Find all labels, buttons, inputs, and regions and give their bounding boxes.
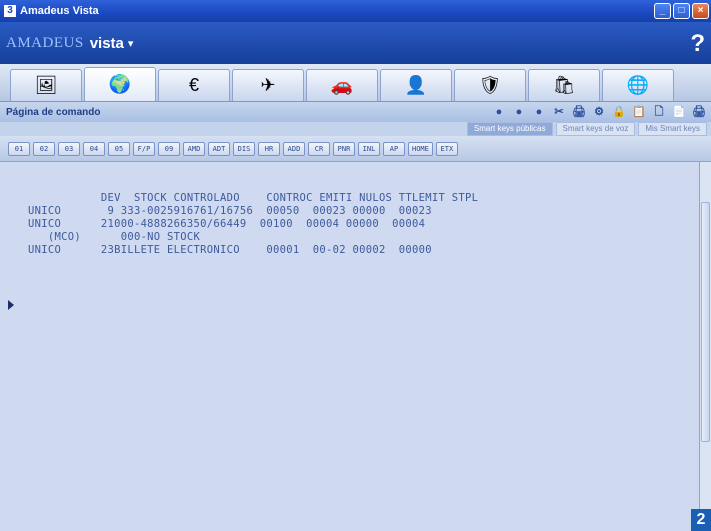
shopping-bag-icon: 🛍 bbox=[552, 75, 576, 95]
status-light-icon: ● bbox=[535, 106, 543, 118]
smartkey-button[interactable]: 02 bbox=[33, 141, 55, 156]
tab-shopping[interactable]: 🛍 bbox=[528, 69, 600, 101]
smartkey-tabs: Smart keys públicas Smart keys de voz Mi… bbox=[0, 122, 711, 136]
new-page-icon[interactable]: 🗋 bbox=[651, 104, 667, 120]
smartkey-button[interactable]: ETX bbox=[435, 141, 458, 156]
settings-icon[interactable]: ⚙ bbox=[591, 104, 607, 120]
command-terminal[interactable]: DEV STOCK CONTROLADO CONTROC EMITI NULOS… bbox=[0, 162, 700, 531]
print-icon[interactable]: 🖨 bbox=[691, 104, 707, 120]
window-title: Amadeus Vista bbox=[20, 5, 99, 17]
tab-profile[interactable]: 👤 bbox=[380, 69, 452, 101]
terminal-output: DEV STOCK CONTROLADO CONTROC EMITI NULOS… bbox=[28, 192, 479, 256]
help-icon[interactable]: ? bbox=[690, 30, 705, 58]
euro-icon: € bbox=[188, 75, 199, 95]
product-menu[interactable]: vista bbox=[90, 35, 124, 52]
car-icon: 🚗 bbox=[330, 75, 354, 95]
shield-icon: 🛡 bbox=[478, 75, 502, 95]
tab-air[interactable]: ✈ bbox=[232, 69, 304, 101]
user-icon: 👤 bbox=[404, 75, 428, 95]
tab-finance[interactable]: € bbox=[158, 69, 230, 101]
tab-my-smartkeys[interactable]: Mis Smart keys bbox=[638, 122, 707, 136]
smartkey-button[interactable]: AP bbox=[383, 141, 405, 156]
document-icon[interactable]: 📄 bbox=[671, 104, 687, 120]
window-controls: _ □ × bbox=[654, 3, 709, 19]
status-light-icon: ● bbox=[515, 106, 523, 118]
airplane-icon: ✈ bbox=[260, 75, 276, 95]
clipboard-icon[interactable]: 📋 bbox=[631, 104, 647, 120]
brand-bar: AMADEUS vista ▾ ? bbox=[0, 22, 711, 64]
tab-web[interactable]: 🌐 bbox=[602, 69, 674, 101]
page-header: Página de comando ● ● ● ✂ 🖨 ⚙ 🔒 📋 🗋 📄 🖨 bbox=[0, 102, 711, 122]
brand-logo: AMADEUS bbox=[6, 34, 84, 51]
title-bar: 3 Amadeus Vista _ □ × bbox=[0, 0, 711, 22]
tab-voice-smartkeys[interactable]: Smart keys de voz bbox=[555, 122, 636, 136]
smartkey-bar: 01 02 03 04 05 F/P 09 AMD ADT DIS HR ADD… bbox=[0, 136, 711, 162]
smartkey-button[interactable]: ADD bbox=[283, 141, 305, 156]
smartkey-button[interactable]: AMD bbox=[183, 141, 205, 156]
smartkey-button[interactable]: PNR bbox=[333, 141, 355, 156]
smartkey-button[interactable]: 05 bbox=[108, 141, 130, 156]
terminal-scrollbar[interactable] bbox=[700, 162, 711, 531]
chevron-down-icon[interactable]: ▾ bbox=[128, 37, 134, 50]
maximize-button[interactable]: □ bbox=[673, 3, 690, 19]
page-toolbar: ● ● ● ✂ 🖨 ⚙ 🔒 📋 🗋 📄 🖨 bbox=[491, 104, 707, 120]
smartkey-button[interactable]: 01 bbox=[8, 141, 30, 156]
tab-home[interactable]: 🖼 bbox=[10, 69, 82, 101]
tab-public-smartkeys[interactable]: Smart keys públicas bbox=[466, 122, 553, 136]
tab-insurance[interactable]: 🛡 bbox=[454, 69, 526, 101]
lock-icon[interactable]: 🔒 bbox=[611, 104, 627, 120]
cut-icon[interactable]: ✂ bbox=[551, 104, 567, 120]
smartkey-button[interactable]: INL bbox=[358, 141, 380, 156]
status-light-icon: ● bbox=[495, 106, 503, 118]
smartkey-button[interactable]: DIS bbox=[233, 141, 255, 156]
globe-icon: 🌍 bbox=[108, 74, 132, 94]
smartkey-button[interactable]: CR bbox=[308, 141, 330, 156]
smartkey-button[interactable]: HOME bbox=[408, 141, 433, 156]
smartkey-button[interactable]: ADT bbox=[208, 141, 230, 156]
smartkey-button[interactable]: 09 bbox=[158, 141, 180, 156]
tab-command[interactable]: 🌍 bbox=[84, 67, 156, 101]
module-tabs: 🖼 🌍 € ✈ 🚗 👤 🛡 🛍 🌐 bbox=[0, 64, 711, 102]
minimize-button[interactable]: _ bbox=[654, 3, 671, 19]
app-icon: 3 bbox=[4, 5, 16, 17]
smartkey-button[interactable]: HR bbox=[258, 141, 280, 156]
smartkey-button[interactable]: F/P bbox=[133, 141, 155, 156]
tab-car[interactable]: 🚗 bbox=[306, 69, 378, 101]
page-title: Página de comando bbox=[6, 106, 101, 118]
figure-number-badge: 2 bbox=[691, 509, 711, 531]
close-button[interactable]: × bbox=[692, 3, 709, 19]
smartkey-button[interactable]: 03 bbox=[58, 141, 80, 156]
printer-icon[interactable]: 🖨 bbox=[571, 104, 587, 120]
picture-icon: 🖼 bbox=[34, 75, 58, 95]
web-icon: 🌐 bbox=[626, 75, 650, 95]
scroll-thumb[interactable] bbox=[701, 202, 710, 442]
smartkey-button[interactable]: 04 bbox=[83, 141, 105, 156]
prompt-cursor-icon bbox=[8, 300, 14, 310]
